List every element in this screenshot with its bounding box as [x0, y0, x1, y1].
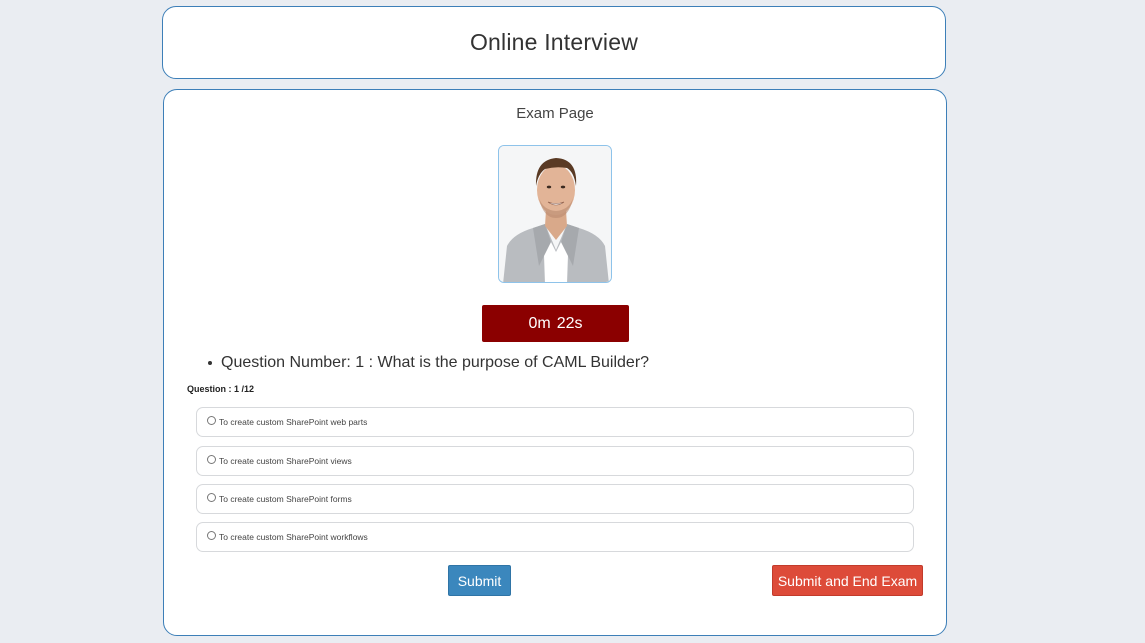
- answer-option-3[interactable]: To create custom SharePoint forms: [196, 484, 914, 514]
- page-title: Exam Page: [516, 105, 594, 122]
- question-label: Question Number: 1 : What is the purpose…: [221, 354, 650, 371]
- question-text: Question Number: 1 : What is the purpose…: [208, 354, 649, 372]
- answer-option-label: To create custom SharePoint forms: [219, 494, 352, 504]
- radio-button[interactable]: [207, 530, 216, 540]
- answer-option-label: To create custom SharePoint workflows: [219, 532, 368, 542]
- answer-option-1[interactable]: To create custom SharePoint web parts: [196, 407, 914, 437]
- candidate-photo-image: [499, 146, 611, 282]
- app-title: Online Interview: [469, 29, 639, 55]
- timer-seconds: 22s: [556, 314, 583, 332]
- submit-button[interactable]: Submit: [448, 565, 511, 596]
- submit-and-end-exam-button[interactable]: Submit and End Exam: [772, 565, 923, 596]
- bullet-icon: [208, 360, 212, 365]
- answer-option-2[interactable]: To create custom SharePoint views: [196, 446, 914, 476]
- exam-card: Exam Page 0m 22s Question Number: 1: Wh…: [163, 89, 947, 636]
- timer-minutes: 0m: [528, 314, 551, 332]
- radio-button[interactable]: [207, 415, 216, 425]
- radio-button[interactable]: [207, 454, 216, 464]
- candidate-photo: [498, 145, 612, 283]
- answer-option-4[interactable]: To create custom SharePoint workflows: [196, 522, 914, 552]
- radio-button[interactable]: [207, 492, 216, 502]
- countdown-timer: 0m 22s: [482, 305, 629, 342]
- answer-option-label: To create custom SharePoint views: [219, 456, 352, 466]
- question-counter: Question : 1 /12: [187, 384, 255, 394]
- answer-option-label: To create custom SharePoint web parts: [219, 417, 368, 427]
- header-card: Online Interview: [162, 6, 946, 79]
